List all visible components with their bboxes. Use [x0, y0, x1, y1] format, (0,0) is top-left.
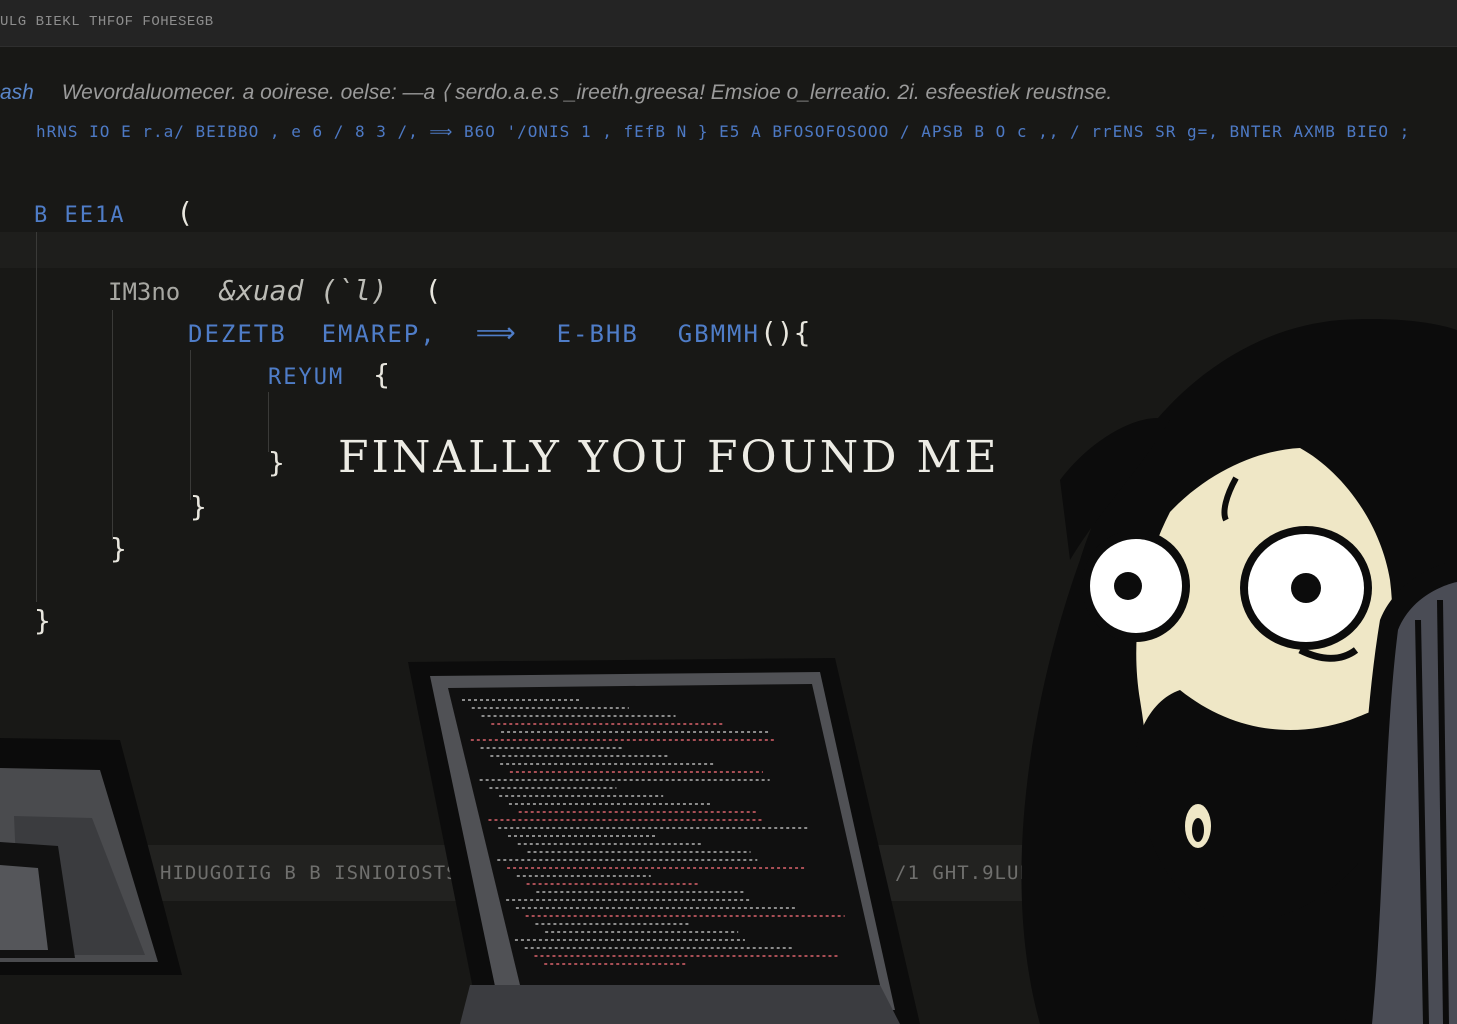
monitor-icon [0, 738, 182, 975]
left-eye-icon [1082, 530, 1190, 642]
right-eye-icon [1240, 526, 1372, 650]
illustration-layer [0, 318, 1457, 1024]
laptop-icon [408, 658, 920, 1024]
